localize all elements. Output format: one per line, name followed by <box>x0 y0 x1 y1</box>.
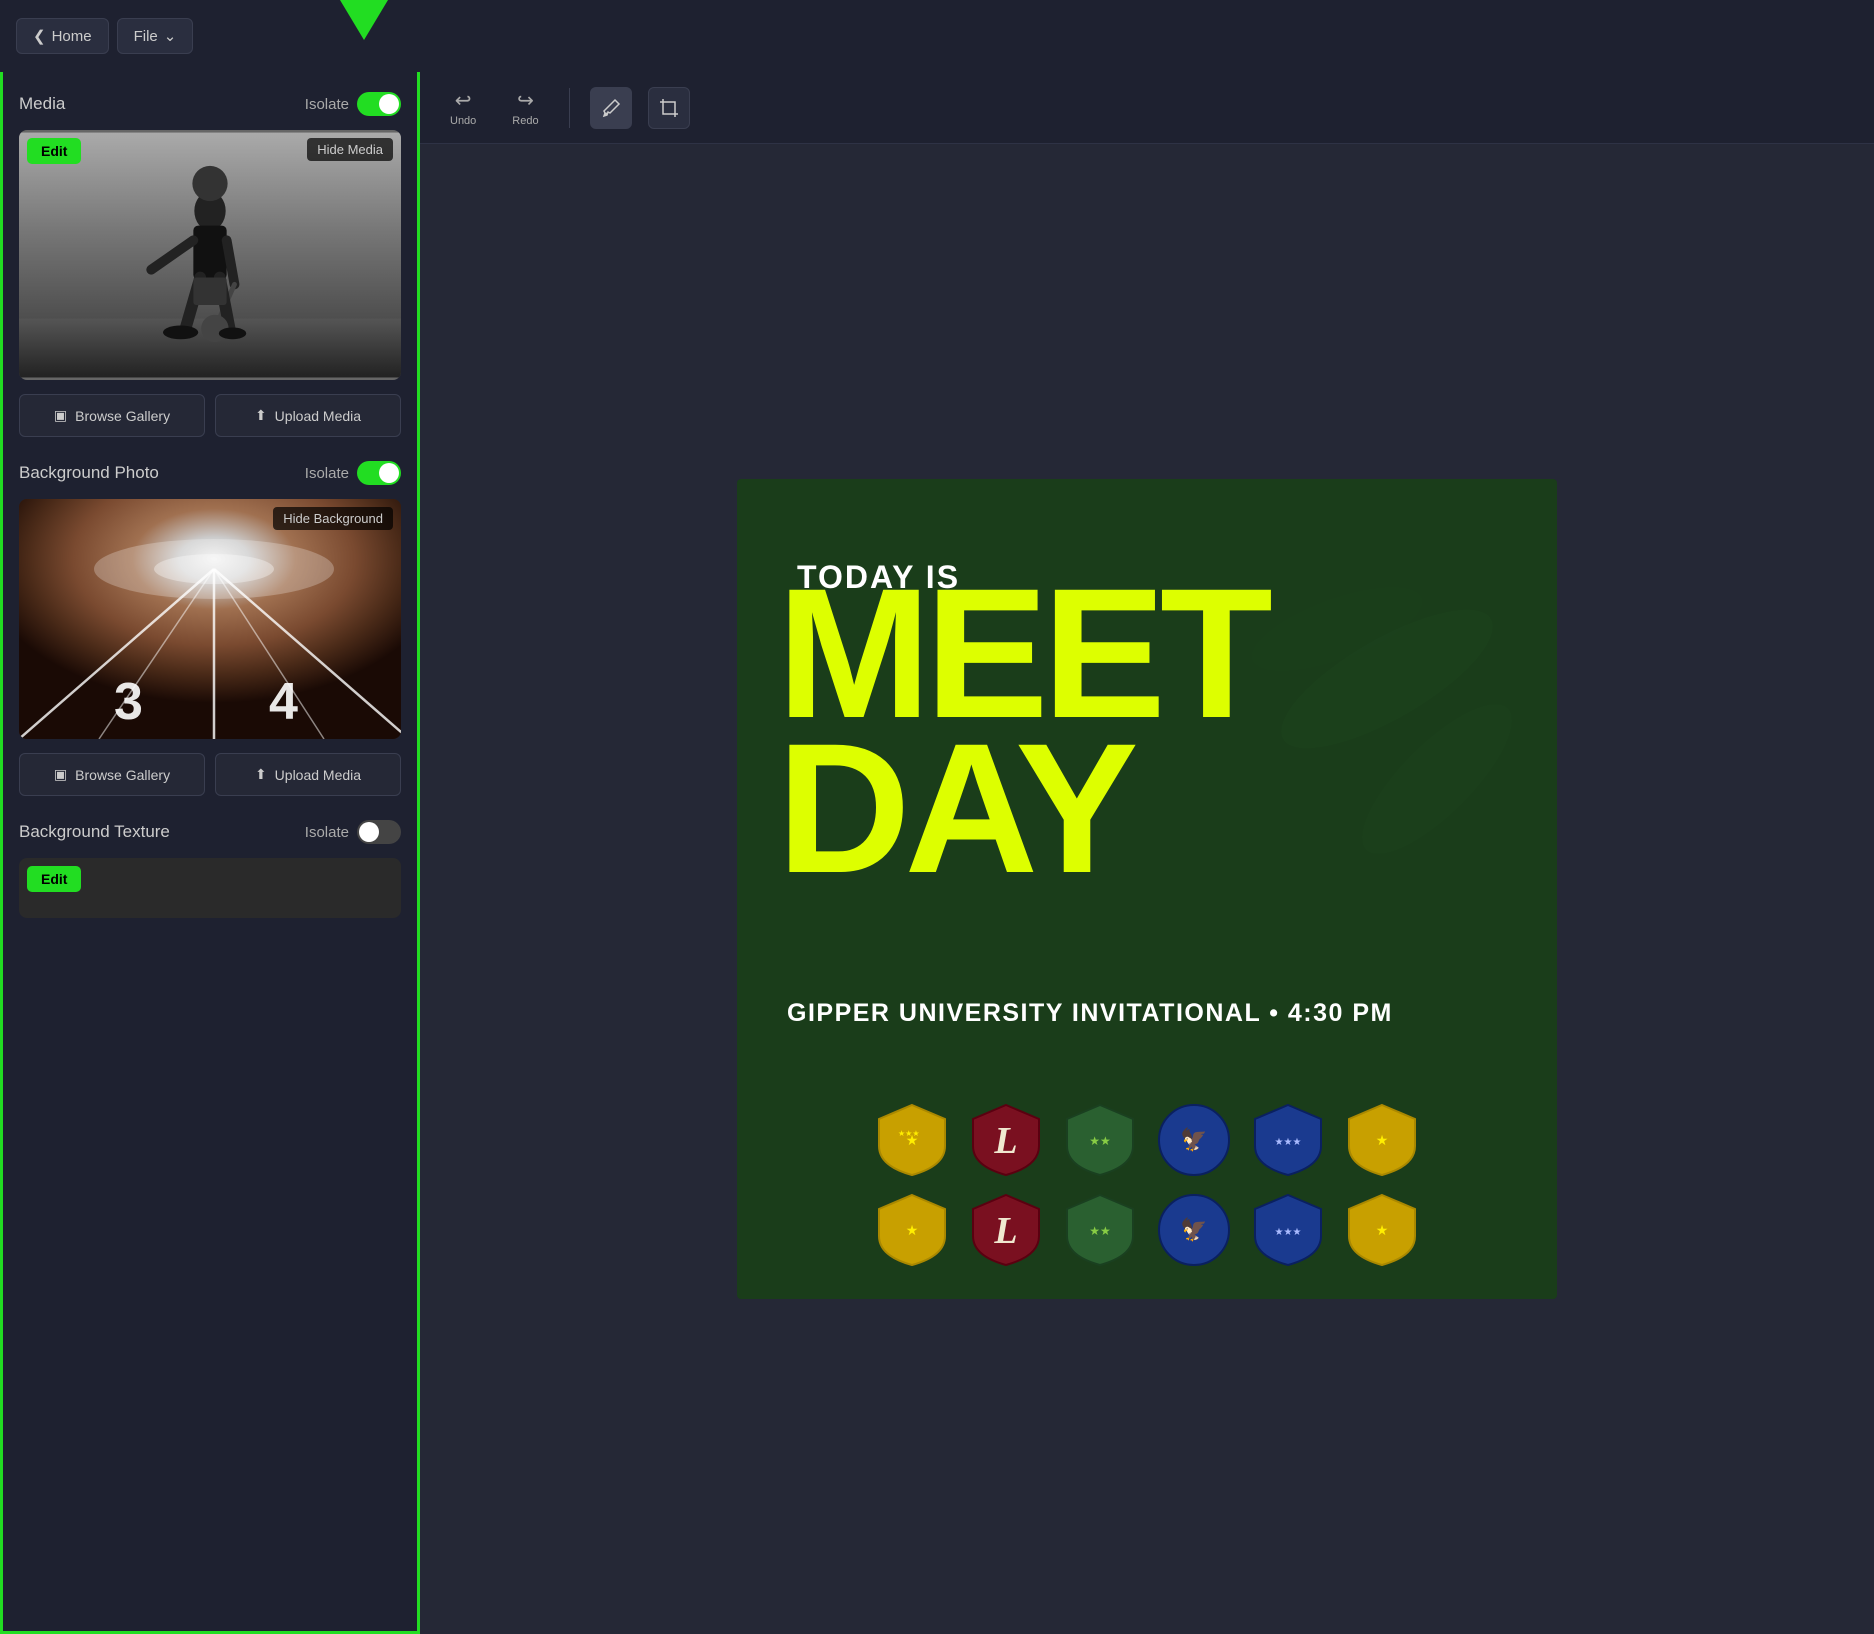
canvas-toolbar: ↩ Undo ↪ Redo <box>420 72 1874 144</box>
media-action-row: ▣ Browse Gallery ⬆ Upload Media <box>19 394 401 437</box>
background-photo-title: Background Photo <box>19 463 159 483</box>
logo-badge-1: ★ ★★★ <box>873 1101 951 1179</box>
bg-texture-isolate-toggle[interactable] <box>357 820 401 844</box>
logo-badge-9: ★★ <box>1061 1191 1139 1269</box>
background-texture-section-header: Background Texture Isolate <box>19 820 401 844</box>
home-label: Home <box>52 28 92 45</box>
svg-text:★★: ★★ <box>1089 1224 1111 1238</box>
svg-text:🦅: 🦅 <box>1180 1216 1207 1242</box>
svg-text:★★: ★★ <box>1089 1134 1111 1148</box>
canvas-subtitle-text: GIPPER UNIVERSITY INVITATIONAL • 4:30 PM <box>787 999 1507 1028</box>
svg-text:🦅: 🦅 <box>1180 1126 1207 1152</box>
track-photo-image: 3 4 <box>19 499 401 739</box>
redo-button[interactable]: ↪ Redo <box>502 82 548 133</box>
bg-photo-isolate-row: Isolate <box>305 461 401 485</box>
sidebar-panel: Media Isolate Edit <box>0 72 420 1634</box>
file-label: File <box>134 28 158 45</box>
media-athlete-image <box>19 130 401 380</box>
svg-text:★: ★ <box>906 1222 919 1238</box>
bg-photo-isolate-toggle[interactable] <box>357 461 401 485</box>
svg-text:★★★: ★★★ <box>1275 1227 1302 1238</box>
media-section-header: Media Isolate <box>19 92 401 116</box>
background-photo-preview: Edit <box>19 499 401 739</box>
bg-texture-isolate-row: Isolate <box>305 820 401 844</box>
logo-badge-5: ★★★ <box>1249 1101 1327 1179</box>
media-preview-container: Edit <box>19 130 401 380</box>
logo-badge-11: ★★★ <box>1249 1191 1327 1269</box>
bg-gallery-icon: ▣ <box>54 766 67 783</box>
logo-badge-6: ★ <box>1343 1101 1421 1179</box>
track-svg: 3 4 <box>19 499 401 739</box>
svg-text:3: 3 <box>114 673 143 731</box>
gallery-icon: ▣ <box>54 407 67 424</box>
bg-photo-isolate-label: Isolate <box>305 465 349 482</box>
athlete-svg <box>19 130 401 380</box>
eyedropper-tool-button[interactable] <box>590 87 632 129</box>
eyedropper-icon <box>601 98 621 118</box>
media-upload-button[interactable]: ⬆ Upload Media <box>215 394 401 437</box>
redo-icon: ↪ <box>517 88 534 113</box>
svg-text:L: L <box>993 1120 1017 1162</box>
undo-button[interactable]: ↩ Undo <box>440 82 486 133</box>
svg-text:★★★: ★★★ <box>898 1129 920 1138</box>
bg-upload-button[interactable]: ⬆ Upload Media <box>215 753 401 796</box>
media-browse-gallery-button[interactable]: ▣ Browse Gallery <box>19 394 205 437</box>
crop-tool-button[interactable] <box>648 87 690 129</box>
toolbar-separator <box>569 88 570 128</box>
home-button[interactable]: ❮ Home <box>16 18 109 54</box>
upload-icon: ⬆ <box>255 407 267 424</box>
hide-media-label[interactable]: Hide Media <box>307 138 393 161</box>
svg-text:★: ★ <box>1376 1222 1389 1238</box>
bg-browse-gallery-label: Browse Gallery <box>75 767 170 783</box>
canvas-area: ↩ Undo ↪ Redo <box>420 72 1874 1634</box>
bg-texture-isolate-label: Isolate <box>305 824 349 841</box>
background-texture-preview: Edit <box>19 858 401 918</box>
logo-badge-2: L <box>967 1101 1045 1179</box>
logo-badge-12: ★ <box>1343 1191 1421 1269</box>
media-isolate-label: Isolate <box>305 96 349 113</box>
logo-badge-8: L <box>967 1191 1045 1269</box>
svg-text:★★★: ★★★ <box>1275 1137 1302 1148</box>
media-browse-gallery-label: Browse Gallery <box>75 408 170 424</box>
redo-label: Redo <box>512 115 538 127</box>
media-isolate-toggle[interactable] <box>357 92 401 116</box>
svg-text:4: 4 <box>269 673 298 731</box>
logo-row-1: ★ ★★★ L ★★ 🦅 <box>767 1101 1527 1179</box>
canvas-meet-day-container: MEET DAY <box>777 579 1517 888</box>
logo-badge-10: 🦅 <box>1155 1191 1233 1269</box>
bg-texture-edit-button[interactable]: Edit <box>27 866 81 892</box>
undo-label: Undo <box>450 115 476 127</box>
media-upload-label: Upload Media <box>275 408 361 424</box>
green-arrow-indicator <box>340 0 388 40</box>
home-chevron-icon: ❮ <box>33 27 46 45</box>
media-isolate-row: Isolate <box>305 92 401 116</box>
hide-background-label[interactable]: Hide Background <box>273 507 393 530</box>
bg-upload-icon: ⬆ <box>255 766 267 783</box>
media-section-title: Media <box>19 94 65 114</box>
bg-browse-gallery-button[interactable]: ▣ Browse Gallery <box>19 753 205 796</box>
crop-icon <box>659 98 679 118</box>
bg-photo-action-row: ▣ Browse Gallery ⬆ Upload Media <box>19 753 401 796</box>
arrow-down-icon <box>340 0 388 40</box>
file-button[interactable]: File ⌄ <box>117 18 194 54</box>
background-texture-title: Background Texture <box>19 822 170 842</box>
canvas-container: TODAY IS MEET DAY GIPPER UNIVERSITY INVI… <box>420 144 1874 1634</box>
top-navigation: ❮ Home File ⌄ <box>0 0 1874 72</box>
design-canvas[interactable]: TODAY IS MEET DAY GIPPER UNIVERSITY INVI… <box>737 479 1557 1299</box>
file-chevron-icon: ⌄ <box>164 27 177 45</box>
bg-upload-label: Upload Media <box>275 767 361 783</box>
logo-badge-4: 🦅 <box>1155 1101 1233 1179</box>
media-edit-button[interactable]: Edit <box>27 138 81 164</box>
logo-row-2: ★ L ★★ 🦅 ★★ <box>767 1191 1527 1269</box>
svg-text:L: L <box>993 1210 1017 1252</box>
logo-badge-3: ★★ <box>1061 1101 1139 1179</box>
logo-badge-7: ★ <box>873 1191 951 1269</box>
background-photo-section-header: Background Photo Isolate <box>19 461 401 485</box>
main-layout: Media Isolate Edit <box>0 72 1874 1634</box>
undo-icon: ↩ <box>455 88 472 113</box>
svg-text:★: ★ <box>1376 1132 1389 1148</box>
